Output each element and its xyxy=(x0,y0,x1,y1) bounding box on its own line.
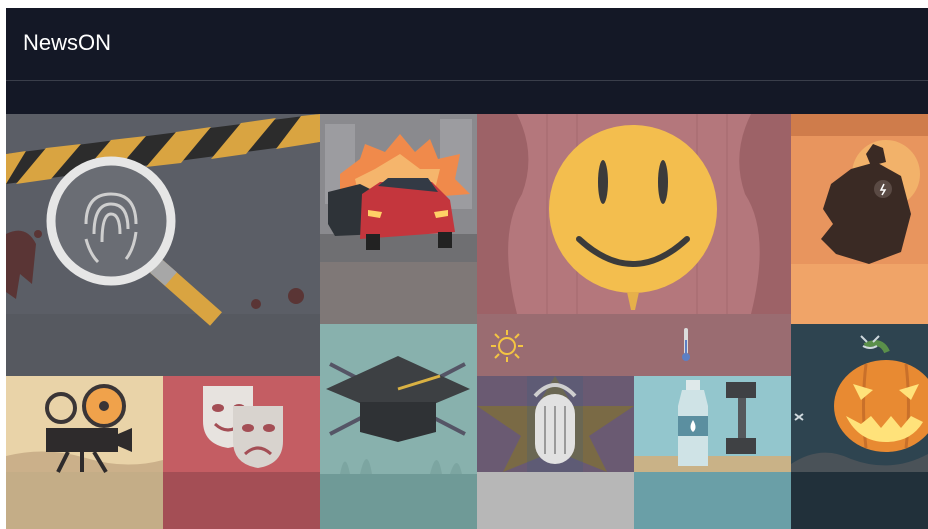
title-bar: NewsON xyxy=(6,8,928,81)
water-bottle-dumbbell-icon xyxy=(634,376,791,529)
tile-car-crash[interactable] xyxy=(320,114,477,324)
tile-superhero[interactable] xyxy=(791,114,928,324)
car-crash-icon xyxy=(320,114,477,324)
tile-film[interactable] xyxy=(6,376,163,529)
app-window: NewsON xyxy=(6,8,928,529)
film-camera-icon xyxy=(6,376,163,529)
sun-icon xyxy=(491,330,523,362)
graduation-cap-icon xyxy=(320,324,477,529)
app-title: NewsON xyxy=(23,30,112,55)
microphone-icon xyxy=(477,376,634,529)
tile-theater[interactable] xyxy=(163,376,320,529)
thermometer-icon xyxy=(682,328,690,361)
theater-masks-icon xyxy=(163,376,320,529)
tile-graduation[interactable] xyxy=(320,324,477,529)
magnifying-glass-fingerprint-icon xyxy=(6,114,320,376)
superhero-silhouette-icon xyxy=(791,114,928,324)
jack-o-lantern-icon xyxy=(791,324,928,529)
tile-podcast[interactable] xyxy=(477,376,634,529)
tile-halloween[interactable] xyxy=(791,324,928,529)
weather-strip[interactable] xyxy=(477,314,791,376)
tile-fitness[interactable] xyxy=(634,376,791,529)
smiley-face-icon xyxy=(477,114,791,314)
tile-crime[interactable] xyxy=(6,114,320,376)
tile-smiley[interactable] xyxy=(477,114,791,314)
